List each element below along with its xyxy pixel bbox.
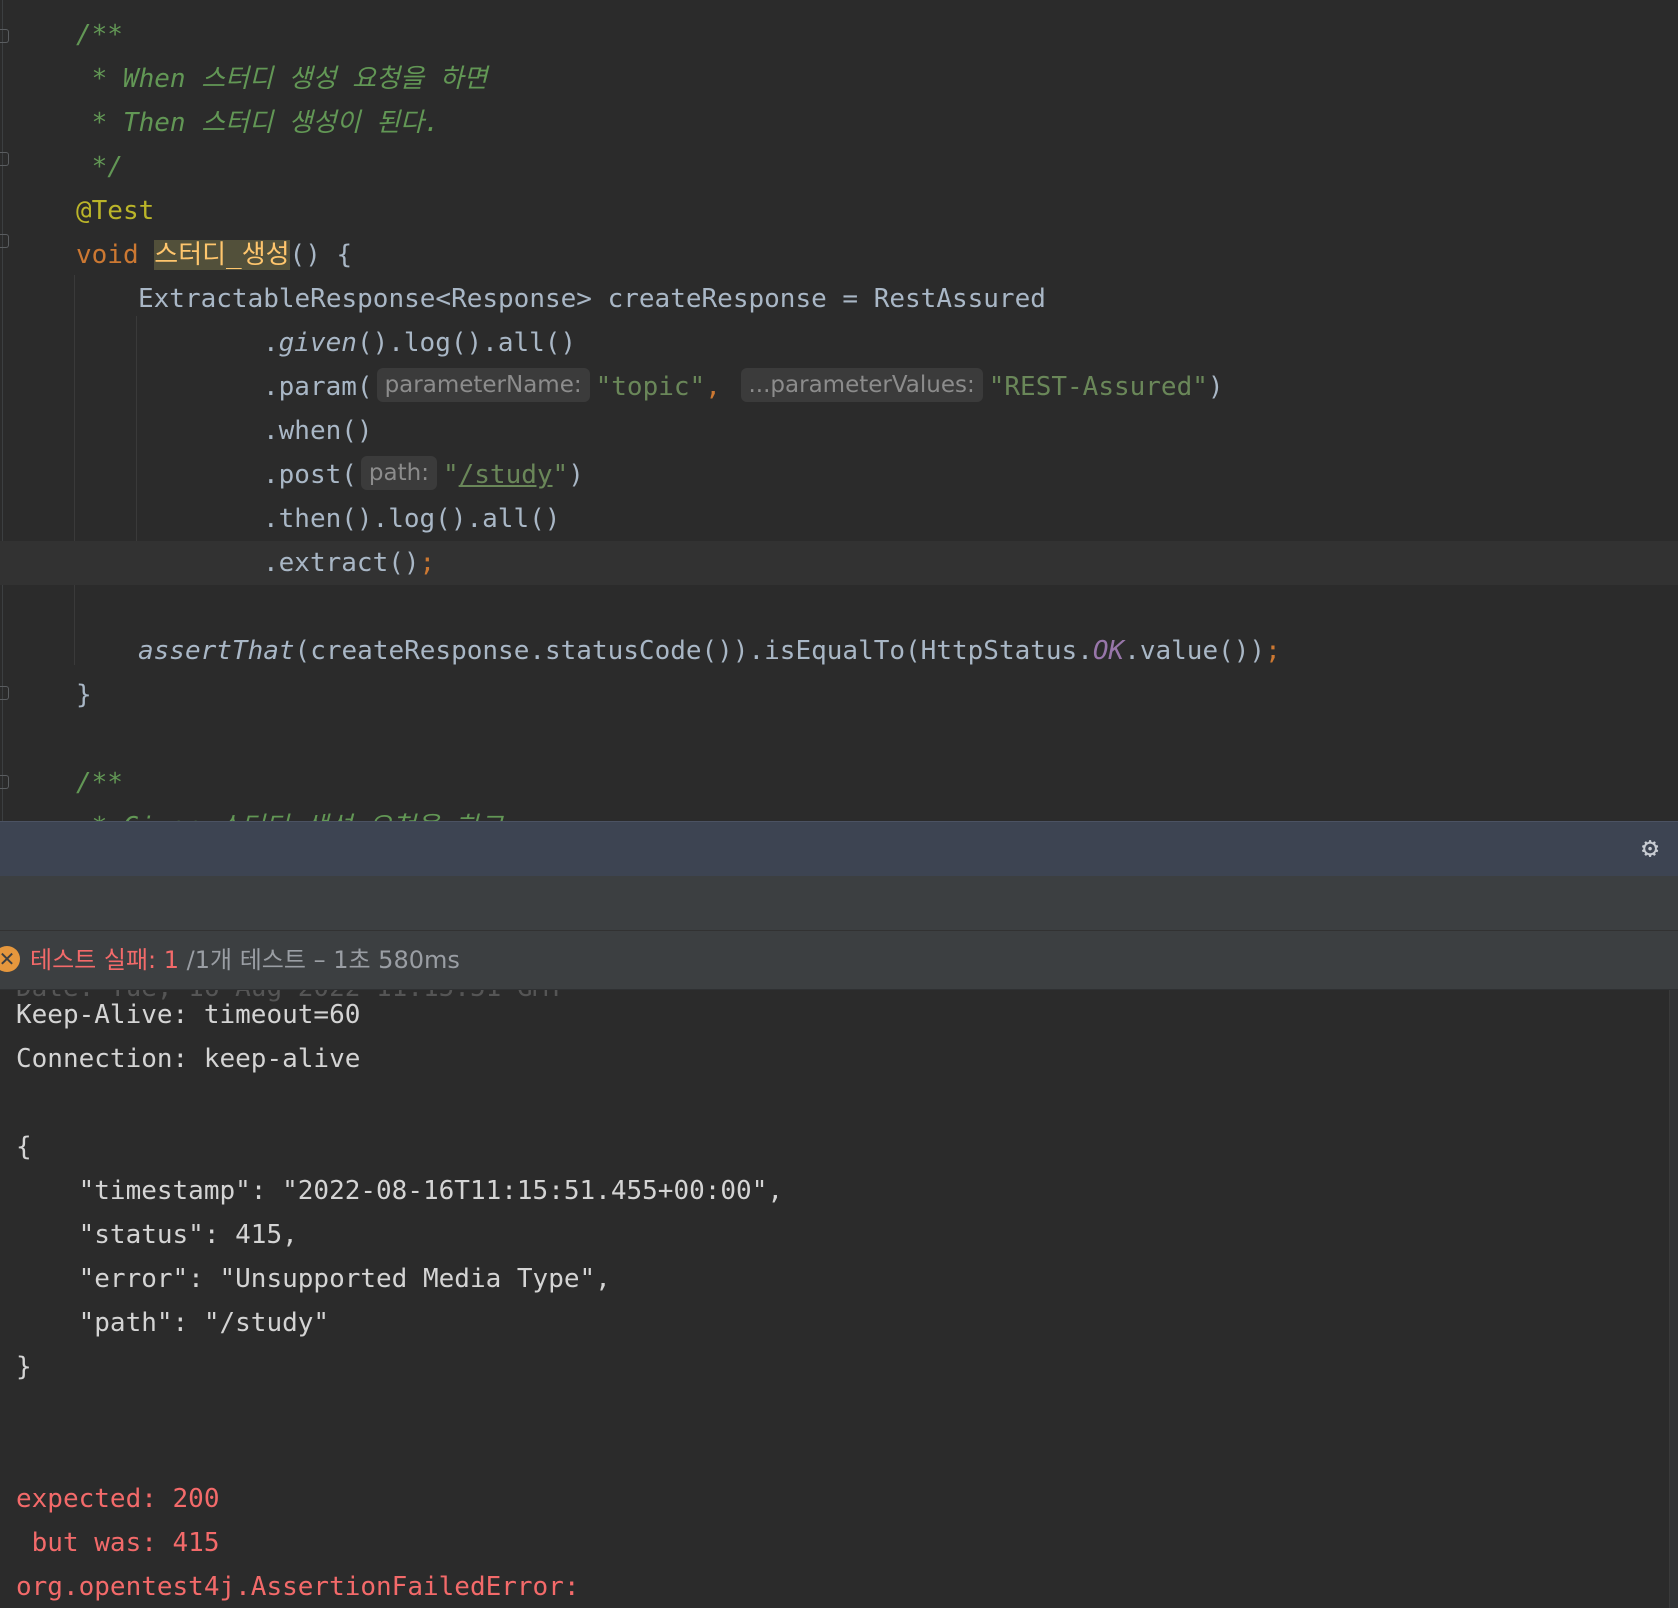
fold-marker-icon[interactable]: [0, 29, 10, 43]
code-line: .param(parameterName: "topic", ...paramet…: [263, 365, 1224, 409]
code-line: * Given 스터디 생성 요청을 하고: [76, 805, 503, 821]
test-status-bar: ✕ 테스트 실패: 1 /1개 테스트 – 1초 580ms: [0, 931, 1678, 990]
run-toolbar: [0, 876, 1678, 931]
code-line: * Then 스터디 생성이 된다.: [76, 108, 440, 138]
fail-icon: ✕: [0, 946, 20, 972]
error-line: expected: 200: [16, 1484, 220, 1514]
code-editor[interactable]: /** * When 스터디 생성 요청을 하면 * Then 스터디 생성이 …: [0, 0, 1678, 821]
gear-icon[interactable]: ⚙: [1636, 834, 1664, 862]
error-line: but was: 415: [16, 1528, 220, 1558]
code-line: }: [76, 680, 92, 710]
console-line: Connection: keep-alive: [16, 1044, 361, 1074]
console-line: Keep-Alive: timeout=60: [16, 1000, 361, 1030]
current-line-highlight: [0, 541, 1678, 585]
fold-marker-icon[interactable]: [0, 686, 10, 700]
console-line: "timestamp": "2022-08-16T11:15:51.455+00…: [16, 1176, 784, 1206]
code-line: assertThat(createResponse.statusCode()).…: [138, 636, 1281, 666]
console-line: }: [16, 1352, 32, 1382]
code-line: .when(): [263, 416, 373, 446]
code-line: /**: [76, 20, 123, 50]
code-line: .given().log().all(): [263, 328, 577, 358]
fold-marker-icon[interactable]: [0, 152, 10, 166]
parameter-hint: path:: [360, 456, 437, 490]
console-line: "error": "Unsupported Media Type",: [16, 1264, 611, 1294]
path-link: /study: [458, 460, 553, 490]
console-line: {: [16, 1132, 32, 1162]
method-name: 스터디_생성: [154, 240, 290, 270]
code-line: ExtractableResponse<Response> createResp…: [138, 284, 1046, 314]
code-line: /**: [76, 768, 123, 798]
error-line: org.opentest4j.AssertionFailedError:: [16, 1572, 580, 1602]
parameter-hint: ...parameterValues:: [740, 368, 983, 402]
fold-marker-icon[interactable]: [0, 775, 10, 789]
code-line: * When 스터디 생성 요청을 하면: [76, 64, 488, 94]
parameter-hint: parameterName:: [376, 368, 590, 402]
fold-marker-icon[interactable]: [0, 234, 10, 248]
code-line: @Test: [76, 196, 155, 226]
code-line: */: [76, 152, 123, 182]
indent-guide: [74, 275, 75, 665]
console-line: "status": 415,: [16, 1220, 298, 1250]
code-line: .extract();: [263, 548, 436, 578]
code-line: .then().log().all(): [263, 504, 561, 534]
code-line: .post(path: "/study"): [263, 453, 584, 497]
console-output[interactable]: Date: Tue, 16 Aug 2022 11:15:51 GMT Keep…: [0, 990, 1670, 1608]
console-line: "path": "/study": [16, 1308, 330, 1338]
run-panel-header: ⚙: [0, 821, 1678, 877]
code-line: void 스터디_생성() {: [76, 240, 353, 270]
test-status-text: 테스트 실패: 1 /1개 테스트 – 1초 580ms: [30, 946, 460, 974]
console-scrollbar[interactable]: [1669, 990, 1678, 1608]
